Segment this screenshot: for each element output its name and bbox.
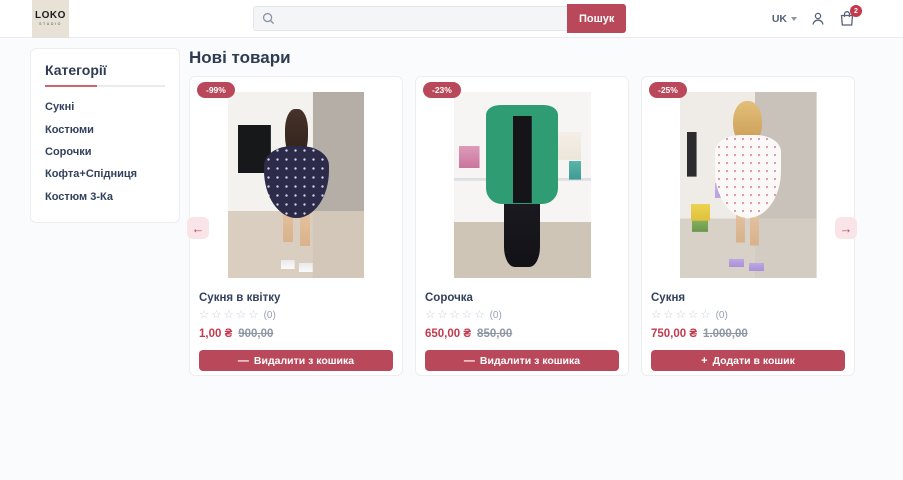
language-selector[interactable]: UK (772, 13, 797, 25)
cart-action-label: Видалити з кошика (253, 354, 355, 367)
header-right: UK 2 (772, 5, 862, 27)
sidebar-item-category[interactable]: Костюми (45, 118, 165, 140)
header: LOKO STUDIO Пошук UK 2 (0, 0, 903, 38)
rating-count: (0) (263, 310, 276, 321)
discount-badge: -99% (197, 82, 235, 98)
cart-action-button[interactable]: + Додати в кошик (651, 350, 845, 371)
product-price: 650,00 ₴ (425, 328, 472, 340)
discount-badge: -23% (423, 82, 461, 98)
cart-action-icon: + (701, 354, 708, 367)
logo-subtitle: STUDIO (39, 22, 62, 27)
product-image[interactable] (227, 92, 365, 278)
product-title[interactable]: Сукня (651, 292, 845, 304)
category-list: Сукні Костюми Сорочки Кофта+Спідниця Кос… (45, 96, 165, 208)
product-title[interactable]: Сорочка (425, 292, 619, 304)
cart-action-label: Додати в кошик (712, 354, 795, 367)
product-price: 1,00 ₴ (199, 328, 233, 340)
product-price: 750,00 ₴ (651, 328, 698, 340)
sidebar-item-category[interactable]: Сукні (45, 96, 165, 118)
search-bar: Пошук (253, 4, 627, 33)
cart-action-button[interactable]: — Видалити з кошика (199, 350, 393, 371)
cart-action-button[interactable]: — Видалити з кошика (425, 350, 619, 371)
sidebar-categories: Категорії Сукні Костюми Сорочки Кофта+Сп… (30, 48, 180, 223)
cart-button[interactable]: 2 (839, 5, 862, 27)
rating-stars-icon: ☆☆☆☆☆ (199, 309, 261, 321)
language-label: UK (771, 12, 787, 25)
product-rating: ☆☆☆☆☆ (0) (425, 309, 619, 322)
chevron-down-icon (791, 16, 797, 21)
product-image[interactable] (679, 92, 817, 278)
search-icon (262, 12, 275, 25)
product-rating: ☆☆☆☆☆ (0) (199, 309, 393, 322)
search-input[interactable] (275, 12, 567, 25)
product-image[interactable] (453, 92, 591, 278)
rating-count: (0) (715, 310, 728, 321)
rating-stars-icon: ☆☆☆☆☆ (651, 309, 713, 321)
product-title[interactable]: Сукня в квітку (199, 292, 393, 304)
product-card: -23% Сорочка ☆☆☆☆☆ (0) 650,00 ₴ 850,00 — В… (415, 76, 629, 376)
cart-action-icon: — (463, 354, 475, 367)
product-prices: 650,00 ₴ 850,00 (425, 328, 619, 340)
sidebar-item-category[interactable]: Кофта+Спідниця (45, 163, 165, 185)
rating-count: (0) (489, 310, 502, 321)
logo-title: LOKO (35, 9, 66, 21)
sidebar-item-category[interactable]: Костюм 3-Ка (45, 186, 165, 208)
cart-action-icon: — (237, 354, 249, 367)
discount-badge: -25% (649, 82, 687, 98)
page-title: Нові товари (189, 48, 291, 67)
product-rating: ☆☆☆☆☆ (0) (651, 309, 845, 322)
product-old-price: 900,00 (238, 328, 274, 340)
cart-action-label: Видалити з кошика (479, 354, 581, 367)
product-card: -99% Сукня в квітку ☆☆☆☆☆ (0) 1,00 ₴ 900,0… (189, 76, 403, 376)
product-old-price: 1.000,00 (703, 328, 748, 340)
products-carousel: ← -99% Сукня в квітку ☆☆☆☆☆ (0) 1,00 ₴ 900… (187, 76, 857, 376)
search-button[interactable]: Пошук (567, 4, 627, 33)
search-box[interactable] (253, 6, 567, 31)
account-button[interactable] (810, 11, 826, 27)
carousel-next-button[interactable]: → (835, 217, 857, 239)
sidebar-divider (45, 85, 165, 87)
logo[interactable]: LOKO STUDIO (32, 0, 69, 38)
product-old-price: 850,00 (477, 328, 513, 340)
product-prices: 750,00 ₴ 1.000,00 (651, 328, 845, 340)
cart-count-badge: 2 (850, 5, 862, 17)
rating-stars-icon: ☆☆☆☆☆ (425, 309, 487, 321)
main-content: Нові товари ← -99% Сукня в квітку ☆☆☆☆☆(… (187, 48, 857, 376)
sidebar-title: Категорії (45, 62, 107, 78)
carousel-prev-button[interactable]: ← (187, 217, 209, 239)
product-card: -25% Сукня ☆☆☆☆☆ (0) 750,00 ₴ 1.000,00 + Д… (641, 76, 855, 376)
product-prices: 1,00 ₴ 900,00 (199, 328, 393, 340)
sidebar-item-category[interactable]: Сорочки (45, 141, 165, 163)
